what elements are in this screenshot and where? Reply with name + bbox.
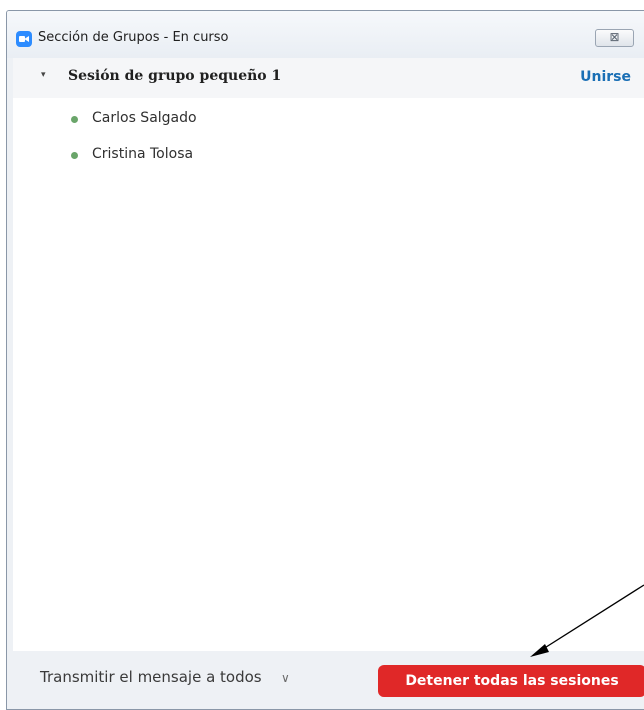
- footer-bar: Transmitir el mensaje a todos ∨ Detener …: [13, 651, 644, 707]
- room-header[interactable]: ▾ Sesión de grupo pequeño 1 Unirse: [13, 58, 644, 98]
- zoom-camera-icon: [16, 31, 32, 47]
- broadcast-message-dropdown[interactable]: Transmitir el mensaje a todos: [40, 668, 262, 686]
- rooms-list: ▾ Sesión de grupo pequeño 1 Unirse Carlo…: [13, 58, 644, 651]
- chevron-down-icon[interactable]: ∨: [281, 671, 290, 685]
- participant-item: Cristina Tolosa: [13, 142, 644, 166]
- online-dot-icon: [71, 152, 78, 159]
- join-room-link[interactable]: Unirse: [580, 69, 631, 85]
- stop-all-sessions-button[interactable]: Detener todas las sesiones: [378, 665, 644, 697]
- online-dot-icon: [71, 116, 78, 123]
- breakout-rooms-window: Sección de Grupos - En curso ⊠ ▾ Sesión …: [6, 10, 644, 710]
- room-name: Sesión de grupo pequeño 1: [68, 68, 282, 84]
- participant-name: Cristina Tolosa: [92, 146, 194, 162]
- participant-item: Carlos Salgado: [13, 106, 644, 130]
- title-bar: Sección de Grupos - En curso ⊠: [7, 11, 644, 58]
- caret-down-icon[interactable]: ▾: [41, 70, 46, 80]
- window-title: Sección de Grupos - En curso: [38, 30, 229, 45]
- close-icon[interactable]: ⊠: [595, 29, 634, 47]
- participant-name: Carlos Salgado: [92, 110, 197, 126]
